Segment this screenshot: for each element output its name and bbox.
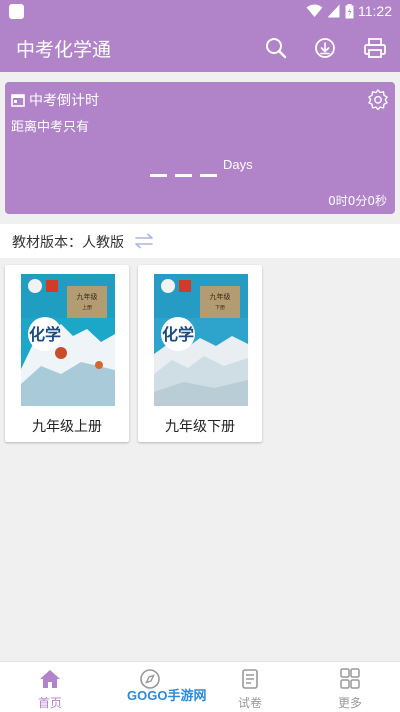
countdown-days-unit: Days xyxy=(223,157,253,172)
edition-selector[interactable]: 教材版本：人教版 xyxy=(0,224,400,258)
countdown-remaining-time: 0时0分0秒 xyxy=(328,194,387,208)
countdown-title: 中考倒计时 xyxy=(29,93,99,109)
book-cover: 九年级 下册 化学 xyxy=(154,274,248,406)
calendar-icon xyxy=(11,94,25,107)
gear-icon xyxy=(368,89,388,111)
tab-home[interactable]: 首页 xyxy=(20,668,80,711)
countdown-card: 中考倒计时 距离中考只有 Days 0时0分0秒 xyxy=(5,82,395,214)
book-card[interactable]: 九年级 下册 化学 九年级下册 xyxy=(138,265,262,442)
page-title: 中考化学通 xyxy=(16,39,112,61)
countdown-digit-placeholder xyxy=(175,174,192,177)
swap-icon[interactable] xyxy=(134,232,154,250)
book-title: 九年级上册 xyxy=(32,419,102,435)
print-button[interactable] xyxy=(361,34,389,62)
tab-home-label: 首页 xyxy=(37,696,62,710)
exam-paper-icon xyxy=(242,669,258,689)
countdown-header: 中考倒计时 xyxy=(11,90,99,110)
book-cover-title: 化学 xyxy=(162,325,194,344)
countdown-digit-placeholder xyxy=(200,174,217,177)
app-bar: 中考化学通 xyxy=(0,24,400,72)
download-button[interactable] xyxy=(311,34,339,62)
watermark-logo: GOGO手游网 xyxy=(127,688,207,703)
countdown-digit-placeholder xyxy=(150,174,167,177)
home-icon xyxy=(40,670,60,688)
print-icon xyxy=(364,38,386,58)
book-cover-grade: 九年级 xyxy=(210,292,231,301)
signal-icon xyxy=(327,4,340,18)
tab-exam-papers-label: 试卷 xyxy=(237,696,262,710)
book-cover-volume: 上册 xyxy=(82,304,92,311)
book-title: 九年级下册 xyxy=(165,419,235,435)
countdown-settings-button[interactable] xyxy=(367,88,389,114)
status-time: 11:22 xyxy=(358,3,392,19)
tab-more-label: 更多 xyxy=(337,696,362,710)
edition-label: 教材版本：人教版 xyxy=(12,235,124,251)
download-icon xyxy=(315,38,335,58)
grid-icon xyxy=(340,668,360,689)
notification-icon xyxy=(9,4,24,19)
countdown-subtitle: 距离中考只有 xyxy=(11,120,90,135)
wifi-icon xyxy=(306,4,323,17)
book-cover-title: 化学 xyxy=(29,325,61,344)
battery-icon xyxy=(345,4,354,19)
status-bar: 11:22 xyxy=(0,0,400,24)
book-card[interactable]: 九年级 上册 化学 九年级上册 xyxy=(5,265,129,442)
book-cover: 九年级 上册 化学 xyxy=(21,274,115,406)
tab-exam-papers[interactable]: 试卷 xyxy=(220,668,280,711)
search-button[interactable] xyxy=(262,34,290,62)
book-cover-grade: 九年级 xyxy=(77,292,98,301)
tab-more[interactable]: 更多 xyxy=(320,668,380,711)
book-cover-volume: 下册 xyxy=(215,305,225,311)
search-icon xyxy=(266,38,287,59)
